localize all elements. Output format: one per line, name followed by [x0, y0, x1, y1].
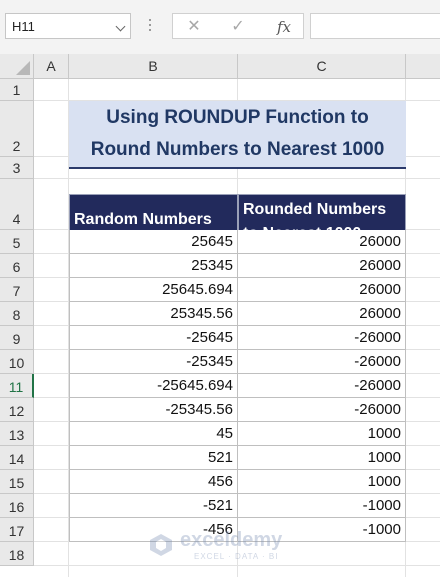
cell-random-number[interactable]: -25345 [69, 350, 238, 374]
cancel-icon[interactable]: ✕ [179, 16, 209, 38]
gridline [34, 565, 440, 566]
row-header-9[interactable]: 9 [0, 326, 34, 350]
row-header-16[interactable]: 16 [0, 494, 34, 518]
header-label-line-1: Rounded Numbers [243, 201, 387, 218]
more-options-icon[interactable] [149, 19, 152, 35]
cell-rounded-number[interactable]: 1000 [238, 446, 406, 470]
cell-random-number[interactable]: 521 [69, 446, 238, 470]
watermark-tagline: EXCEL · DATA · BI [194, 552, 279, 561]
title-line-2: Round Numbers to Nearest 1000 [90, 139, 385, 160]
select-all-button[interactable] [0, 54, 34, 79]
row-header-12[interactable]: 12 [0, 398, 34, 422]
cell-random-number[interactable]: -25645.694 [69, 374, 238, 398]
cell-rounded-number[interactable]: 1000 [238, 422, 406, 446]
cell-rounded-number[interactable]: 1000 [238, 470, 406, 494]
row-header-2[interactable]: 2 [0, 101, 34, 157]
row-header-13[interactable]: 13 [0, 422, 34, 446]
row-header-18[interactable]: 18 [0, 542, 34, 566]
title-line-1: Using ROUNDUP Function to [106, 107, 369, 128]
column-header-b[interactable]: B [69, 54, 238, 79]
cell-rounded-number[interactable]: 26000 [238, 230, 406, 254]
header-label: Random Numbers [74, 210, 212, 228]
formula-bar: H11 ✕ ✓ fx [0, 0, 440, 55]
cell-rounded-number[interactable]: 26000 [238, 254, 406, 278]
column-header-c[interactable]: C [238, 54, 406, 79]
cell-rounded-number[interactable]: -26000 [238, 398, 406, 422]
select-all-triangle-icon [16, 61, 30, 75]
name-box[interactable]: H11 [5, 13, 131, 39]
cell-rounded-number[interactable]: 26000 [238, 302, 406, 326]
row-header-4[interactable]: 4 [0, 179, 34, 230]
row-header-15[interactable]: 15 [0, 470, 34, 494]
cell-rounded-number[interactable]: -26000 [238, 374, 406, 398]
row-header-10[interactable]: 10 [0, 350, 34, 374]
enter-icon[interactable]: ✓ [223, 16, 253, 38]
cell-rounded-number[interactable]: -26000 [238, 350, 406, 374]
cell-random-number[interactable]: -25645 [69, 326, 238, 350]
cell-random-number[interactable]: -25345.56 [69, 398, 238, 422]
row-header-3[interactable]: 3 [0, 157, 34, 179]
cell-rounded-number[interactable]: 26000 [238, 278, 406, 302]
insert-function-icon[interactable]: fx [269, 16, 299, 38]
row-header-5[interactable]: 5 [0, 230, 34, 254]
cell-random-number[interactable]: 25645.694 [69, 278, 238, 302]
row-header-17[interactable]: 17 [0, 518, 34, 542]
cell-random-number[interactable]: 456 [69, 470, 238, 494]
formula-input[interactable] [310, 13, 440, 39]
cell-rounded-number[interactable]: -1000 [238, 494, 406, 518]
row-header-6[interactable]: 6 [0, 254, 34, 278]
cell-random-number[interactable]: 25345 [69, 254, 238, 278]
watermark-name: exceldemy [180, 529, 283, 551]
cell-random-number[interactable]: 25345.56 [69, 302, 238, 326]
formula-buttons: ✕ ✓ fx [172, 13, 304, 39]
exceldemy-logo-icon [150, 534, 172, 556]
cell-random-number[interactable]: 45 [69, 422, 238, 446]
row-header-8[interactable]: 8 [0, 302, 34, 326]
chevron-down-icon[interactable] [115, 21, 126, 32]
row-header-1[interactable]: 1 [0, 79, 34, 101]
cell-random-number[interactable]: 25645 [69, 230, 238, 254]
name-box-value: H11 [12, 19, 35, 34]
column-header-d[interactable] [406, 54, 440, 79]
row-header-11[interactable]: 11 [0, 374, 34, 398]
column-header-a[interactable]: A [34, 54, 69, 79]
row-header-14[interactable]: 14 [0, 446, 34, 470]
cell-rounded-number[interactable]: -26000 [238, 326, 406, 350]
sheet-title[interactable]: Using ROUNDUP Function to Round Numbers … [69, 101, 406, 169]
row-header-7[interactable]: 7 [0, 278, 34, 302]
gridline [34, 178, 440, 179]
cell-random-number[interactable]: -521 [69, 494, 238, 518]
watermark: exceldemy EXCEL · DATA · BI [148, 529, 298, 563]
